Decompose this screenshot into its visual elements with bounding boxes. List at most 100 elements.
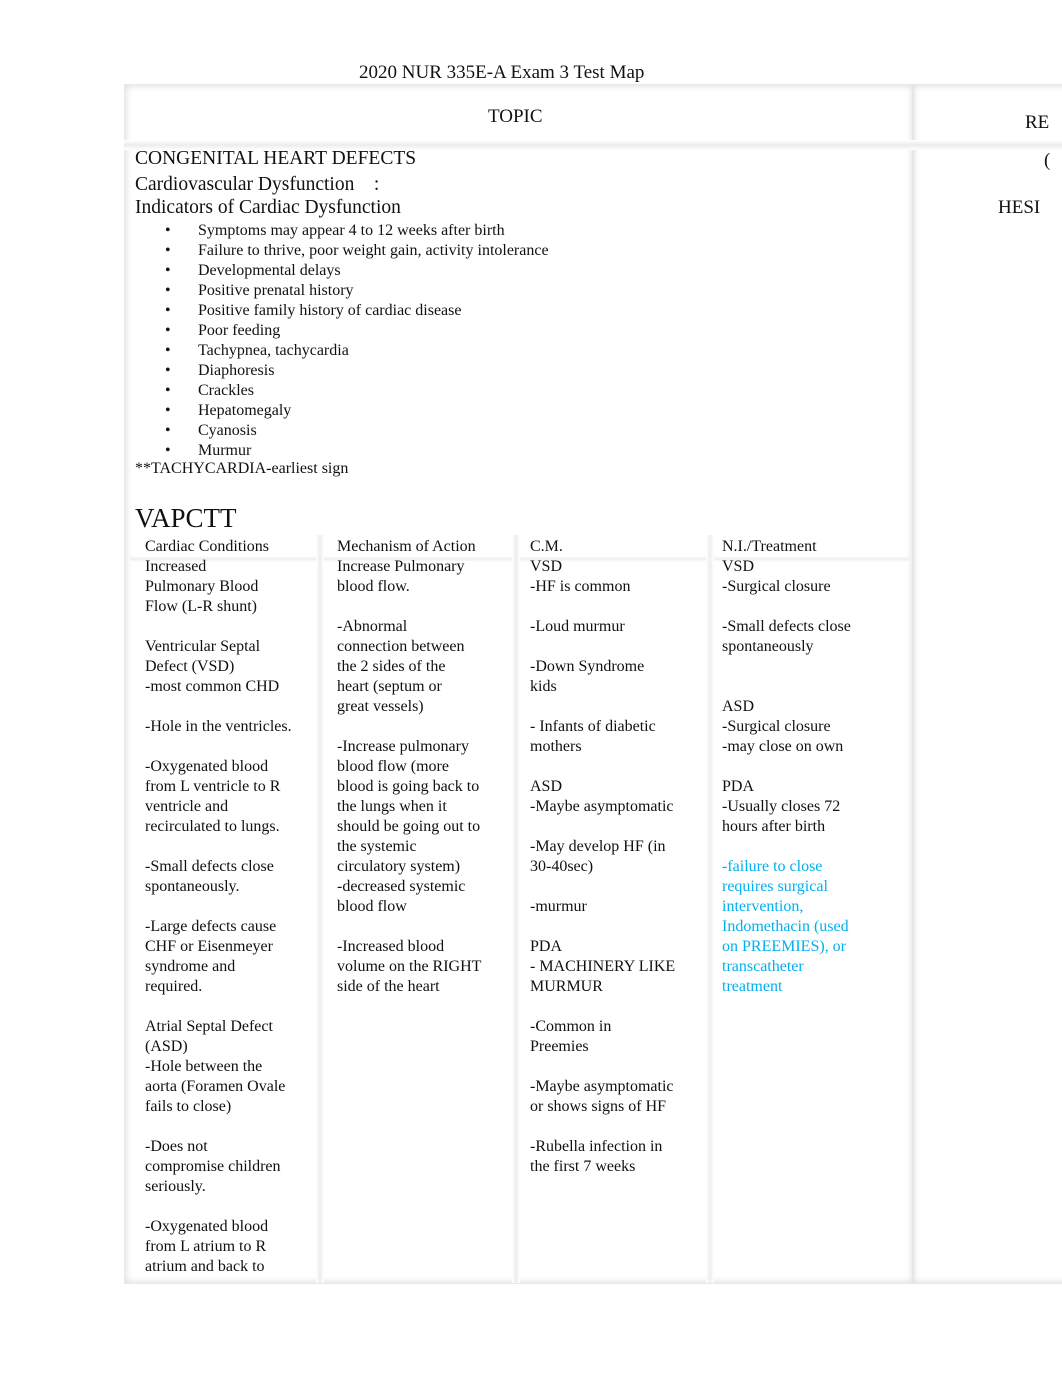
cell-line [145, 737, 292, 757]
indicator-item: Diaphoresis [165, 361, 549, 381]
cell-line: from L atrium to R [145, 1238, 267, 1255]
cell-line: VSD [722, 558, 755, 575]
cell-line: seriously. [145, 1178, 206, 1195]
indicators-list: Symptoms may appear 4 to 12 weeks after … [165, 221, 549, 461]
cell-line [530, 817, 675, 837]
cell-line: ASD [722, 698, 755, 715]
cell-line: Mechanism of Action [337, 538, 476, 555]
cell-line [530, 997, 675, 1017]
indicator-item: Positive family history of cardiac disea… [165, 301, 549, 321]
cell-line: -Loud murmur [530, 618, 625, 635]
cell-line [145, 1117, 292, 1137]
cell-line: 30-40sec) [530, 858, 594, 875]
cardiac-conditions-column: Cardiac Conditions Increased Pulmonary Blo… [145, 537, 292, 1277]
cell-line [145, 897, 292, 917]
cell-line: Increased [145, 558, 207, 575]
cell-line [530, 877, 675, 897]
cell-line: -Maybe asymptomatic [530, 1078, 674, 1095]
cell-line: VSD [530, 558, 563, 575]
treatment-column: N.I./Treatment VSD -Surgical closure -Small… [722, 537, 851, 997]
highlighted-line: -failure to close [722, 858, 823, 875]
cell-line: -Surgical closure [722, 578, 831, 595]
cell-line: Ventricular Septal [145, 638, 261, 655]
cell-line: -Maybe asymptomatic [530, 798, 674, 815]
cell-line: -Hole between the [145, 1058, 263, 1075]
highlighted-line: treatment [722, 978, 783, 995]
cell-line: spontaneously. [145, 878, 240, 895]
cell-line [145, 1197, 292, 1217]
cell-line [530, 597, 675, 617]
cell-line: Defect (VSD) [145, 658, 235, 675]
cell-line: blood is going back to [337, 778, 480, 795]
cell-line: -HF is common [530, 578, 631, 595]
cell-line: blood flow. [337, 578, 410, 595]
cell-line: PDA [530, 938, 563, 955]
cell-line: -decreased systemic [337, 878, 466, 895]
cell-line: great vessels) [337, 698, 424, 715]
cell-line [722, 837, 851, 857]
document-title: 2020 NUR 335E-A Exam 3 Test Map [359, 62, 645, 83]
cell-line [722, 757, 851, 777]
cell-line: -Down Syndrome [530, 658, 645, 675]
cell-line: -Rubella infection in [530, 1138, 663, 1155]
cell-line: should be going out to [337, 818, 481, 835]
cell-line: circulatory system) [337, 858, 461, 875]
cell-line: blood flow [337, 898, 407, 915]
indicator-item: Hepatomegaly [165, 401, 549, 421]
indicator-item: Crackles [165, 381, 549, 401]
cell-line: from L ventricle to R [145, 778, 281, 795]
cell-line: or shows signs of HF [530, 1098, 667, 1115]
cell-line: fails to close) [145, 1098, 232, 1115]
cell-line: compromise children [145, 1158, 281, 1175]
cell-line: required. [145, 978, 203, 995]
indicator-item: Positive prenatal history [165, 281, 549, 301]
cell-line [337, 597, 481, 617]
cell-line: -Oxygenated blood [145, 758, 269, 775]
cell-line [530, 917, 675, 937]
cell-line: Preemies [530, 1038, 589, 1055]
cell-line: -Common in [530, 1018, 612, 1035]
highlighted-line: transcatheter [722, 958, 804, 975]
column-divider [512, 535, 520, 1283]
cell-line: PDA [722, 778, 755, 795]
cell-line: -Small defects close [722, 618, 851, 635]
cell-line [145, 697, 292, 717]
cell-line [530, 1057, 675, 1077]
cell-line [337, 717, 481, 737]
cell-line: -Surgical closure [722, 718, 831, 735]
indicators-title: Indicators of Cardiac Dysfunction [135, 197, 401, 218]
cell-line: CHF or Eisenmeyer [145, 938, 273, 955]
cell-line [145, 997, 292, 1017]
cell-line: -Small defects close [145, 858, 274, 875]
column-divider [706, 535, 714, 1283]
cell-line: Pulmonary Blood [145, 578, 259, 595]
cell-line: -Usually closes 72 [722, 798, 841, 815]
cell-line: - MACHINERY LIKE [530, 958, 676, 975]
indicator-item: Tachypnea, tachycardia [165, 341, 549, 361]
cell-line: volume on the RIGHT [337, 958, 482, 975]
cell-line: heart (septum or [337, 678, 442, 695]
cell-line: Increase Pulmonary [337, 558, 465, 575]
cell-line: side of the heart [337, 978, 440, 995]
cell-line [337, 917, 481, 937]
cell-line: syndrome and [145, 958, 236, 975]
cell-line: -Increase pulmonary [337, 738, 469, 755]
mechanism-column: Mechanism of Action Increase Pulmonary blo… [337, 537, 481, 997]
cell-line: recirculated to lungs. [145, 818, 280, 835]
cell-line: N.I./Treatment [722, 538, 817, 555]
cell-line: spontaneously [722, 638, 814, 655]
cell-line: -Hole in the ventricles. [145, 718, 292, 735]
tachycardia-note: **TACHYCARDIA-earliest sign [135, 460, 349, 477]
cell-line: - Infants of diabetic [530, 718, 656, 735]
cell-line: -most common CHD [145, 678, 280, 695]
cell-line: connection between [337, 638, 465, 655]
cell-line: -Large defects cause [145, 918, 277, 935]
right-paren-partial: ( [1044, 150, 1051, 171]
topic-header: TOPIC [488, 106, 543, 127]
indicator-item: Cyanosis [165, 421, 549, 441]
indicator-item: Failure to thrive, poor weight gain, act… [165, 241, 549, 261]
cell-line: ASD [530, 778, 563, 795]
cell-line: the 2 sides of the [337, 658, 446, 675]
cell-line: hours after birth [722, 818, 826, 835]
cell-line: -May develop HF (in [530, 838, 666, 855]
